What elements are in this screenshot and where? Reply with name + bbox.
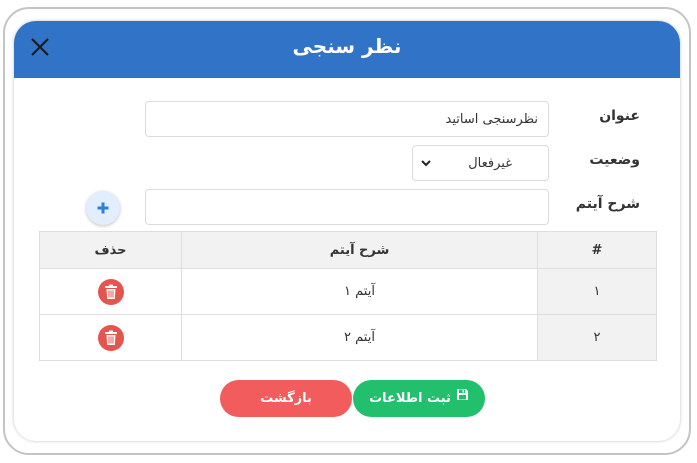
plus-icon <box>97 202 109 214</box>
item-description-field[interactable] <box>145 189 549 225</box>
dialog-title: نظر سنجی <box>292 34 402 58</box>
status-select[interactable]: غیرفعال <box>412 145 549 181</box>
row-delete-cell <box>39 268 182 315</box>
trash-icon <box>104 284 117 299</box>
delete-row-button[interactable] <box>97 324 124 351</box>
row-description: آیتم ۲ <box>181 314 538 361</box>
row-number: ۲ <box>537 314 657 361</box>
table-row: ۲ آیتم ۲ <box>39 314 657 361</box>
column-header-number: # <box>537 231 657 269</box>
save-icon <box>456 379 469 416</box>
trash-icon <box>104 330 117 345</box>
status-select-value: غیرفعال <box>468 156 512 171</box>
column-header-description: شرح آیتم <box>181 231 538 269</box>
chevron-down-icon <box>419 156 433 170</box>
back-button-label: بازگشت <box>260 391 312 406</box>
save-button-label: ثبت اطلاعات <box>369 391 451 406</box>
status-label: وضعیت <box>589 152 640 168</box>
survey-dialog: نظر سنجی عنوان وضعیت غیرفعال شرح آیتم <box>14 21 680 441</box>
back-button[interactable]: بازگشت <box>220 380 352 417</box>
item-label: شرح آیتم <box>575 196 640 212</box>
row-number: ۱ <box>537 268 657 315</box>
title-field[interactable] <box>145 101 549 137</box>
add-item-button[interactable] <box>86 191 120 225</box>
row-description: آیتم ۱ <box>181 268 538 315</box>
row-delete-cell <box>39 314 182 361</box>
items-table: # شرح آیتم حذف ۱ آیتم ۱ ۲ آیتم ۲ <box>39 231 657 361</box>
title-label: عنوان <box>599 108 640 124</box>
column-header-delete: حذف <box>39 231 182 269</box>
save-button[interactable]: ثبت اطلاعات <box>353 380 485 417</box>
table-row: ۱ آیتم ۱ <box>39 268 657 315</box>
dialog-header: نظر سنجی <box>14 21 680 78</box>
delete-row-button[interactable] <box>97 278 124 305</box>
close-icon[interactable] <box>28 35 52 59</box>
table-header-row: # شرح آیتم حذف <box>39 231 657 269</box>
